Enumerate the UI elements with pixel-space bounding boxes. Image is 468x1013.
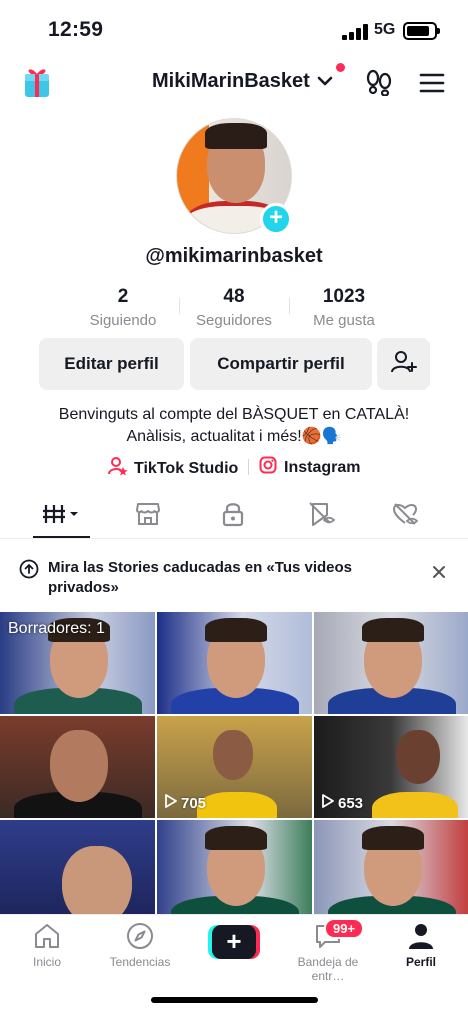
video-thumbnail[interactable]: Borradores: 1	[0, 612, 155, 714]
status-time: 12:59	[48, 18, 104, 41]
add-friend-button[interactable]	[377, 338, 430, 390]
tab-liked[interactable]	[386, 501, 426, 531]
nav-discover[interactable]: Tendencias	[103, 919, 177, 969]
create-button[interactable]: +	[208, 925, 260, 959]
notification-dot	[336, 63, 345, 72]
nav-home-label: Inicio	[32, 955, 61, 969]
bookmark-hidden-icon	[308, 501, 336, 532]
profile-links: TikTok Studio Instagram	[0, 456, 468, 478]
stories-notice[interactable]: Mira las Stories caducadas en «Tus video…	[0, 548, 468, 608]
video-thumbnail[interactable]	[314, 612, 468, 714]
video-thumbnail[interactable]	[314, 820, 468, 914]
home-icon	[22, 919, 72, 953]
nav-profile-label: Perfil	[405, 955, 436, 969]
video-thumbnail[interactable]: 653	[314, 716, 468, 818]
shop-icon	[135, 501, 161, 532]
profile-icon	[398, 919, 444, 953]
inbox-badge: 99+	[324, 918, 365, 939]
network-label: 5G	[374, 21, 396, 38]
view-count: 705	[165, 794, 206, 812]
tab-videos[interactable]	[42, 501, 82, 531]
video-thumbnail[interactable]	[157, 820, 312, 914]
notice-text: Mira las Stories caducadas en «Tus video…	[48, 559, 353, 596]
edit-profile-button[interactable]: Editar perfil	[39, 338, 184, 390]
views-number: 653	[338, 794, 364, 812]
chevron-down-icon	[317, 70, 333, 93]
status-bar: 12:59 5G	[0, 0, 468, 60]
lock-icon	[221, 501, 245, 532]
menu-icon[interactable]	[419, 72, 445, 94]
drafts-label: Borradores: 1	[8, 620, 105, 637]
following-label: Siguiendo	[89, 312, 157, 329]
following-count: 2	[117, 286, 129, 307]
nav-discover-label: Tendencias	[109, 955, 171, 969]
instagram-link[interactable]: Instagram	[259, 456, 360, 479]
gift-icon[interactable]	[23, 66, 51, 98]
divider	[248, 459, 249, 475]
username-title: MikiMarinBasket	[152, 70, 310, 92]
tab-shop[interactable]	[128, 501, 168, 531]
grid-icon	[43, 503, 81, 530]
play-icon	[165, 794, 177, 812]
bio-line-1: Benvinguts al compte del BÀSQUET en CATA…	[58, 406, 410, 423]
stat-likes[interactable]: 1023 Me gusta	[304, 286, 384, 329]
signal-icon	[342, 24, 368, 40]
followers-label: Seguidores	[196, 312, 272, 329]
view-count: 653	[322, 794, 363, 812]
video-thumbnail[interactable]	[0, 820, 155, 914]
compass-icon	[103, 919, 177, 953]
likes-label: Me gusta	[313, 312, 375, 329]
studio-icon	[108, 456, 128, 481]
tab-private[interactable]	[213, 501, 253, 531]
nav-inbox-label: Bandeja de entr…	[297, 955, 359, 983]
upload-circle-icon	[19, 559, 39, 584]
divider	[179, 298, 180, 314]
add-story-icon[interactable]: +	[260, 203, 292, 235]
home-indicator	[151, 997, 318, 1003]
share-profile-button[interactable]: Compartir perfil	[190, 338, 372, 390]
nav-profile[interactable]: Perfil	[398, 919, 444, 969]
video-grid: Borradores: 1 705 653	[0, 612, 468, 914]
likes-count: 1023	[322, 286, 366, 307]
divider	[289, 298, 290, 314]
battery-icon	[403, 22, 440, 40]
profile-tabs	[0, 495, 468, 539]
close-icon[interactable]	[432, 565, 446, 584]
heart-hidden-icon	[392, 501, 420, 532]
instagram-label: Instagram	[284, 458, 361, 476]
tiktok-studio-link[interactable]: TikTok Studio	[108, 456, 238, 481]
video-thumbnail[interactable]: 705	[157, 716, 312, 818]
instagram-icon	[259, 456, 277, 479]
views-number: 705	[181, 794, 207, 812]
add-user-icon	[390, 350, 417, 379]
profile-handle: @mikimarinbasket	[145, 245, 323, 267]
followers-count: 48	[223, 286, 245, 307]
video-thumbnail[interactable]	[157, 612, 312, 714]
plus-icon: +	[212, 925, 256, 959]
studio-label: TikTok Studio	[134, 459, 239, 477]
nav-home[interactable]: Inicio	[22, 919, 72, 969]
video-thumbnail[interactable]	[0, 716, 155, 818]
stat-following[interactable]: 2 Siguiendo	[82, 286, 164, 329]
footprints-icon[interactable]	[366, 68, 392, 97]
account-switcher[interactable]: MikiMarinBasket	[152, 70, 333, 93]
active-tab-indicator	[33, 536, 90, 538]
play-icon	[322, 794, 334, 812]
tab-saved[interactable]	[302, 501, 342, 531]
bio-line-2: Anàlisis, actualitat i més!🏀🗣️	[126, 428, 342, 445]
stat-followers[interactable]: 48 Seguidores	[188, 286, 280, 329]
